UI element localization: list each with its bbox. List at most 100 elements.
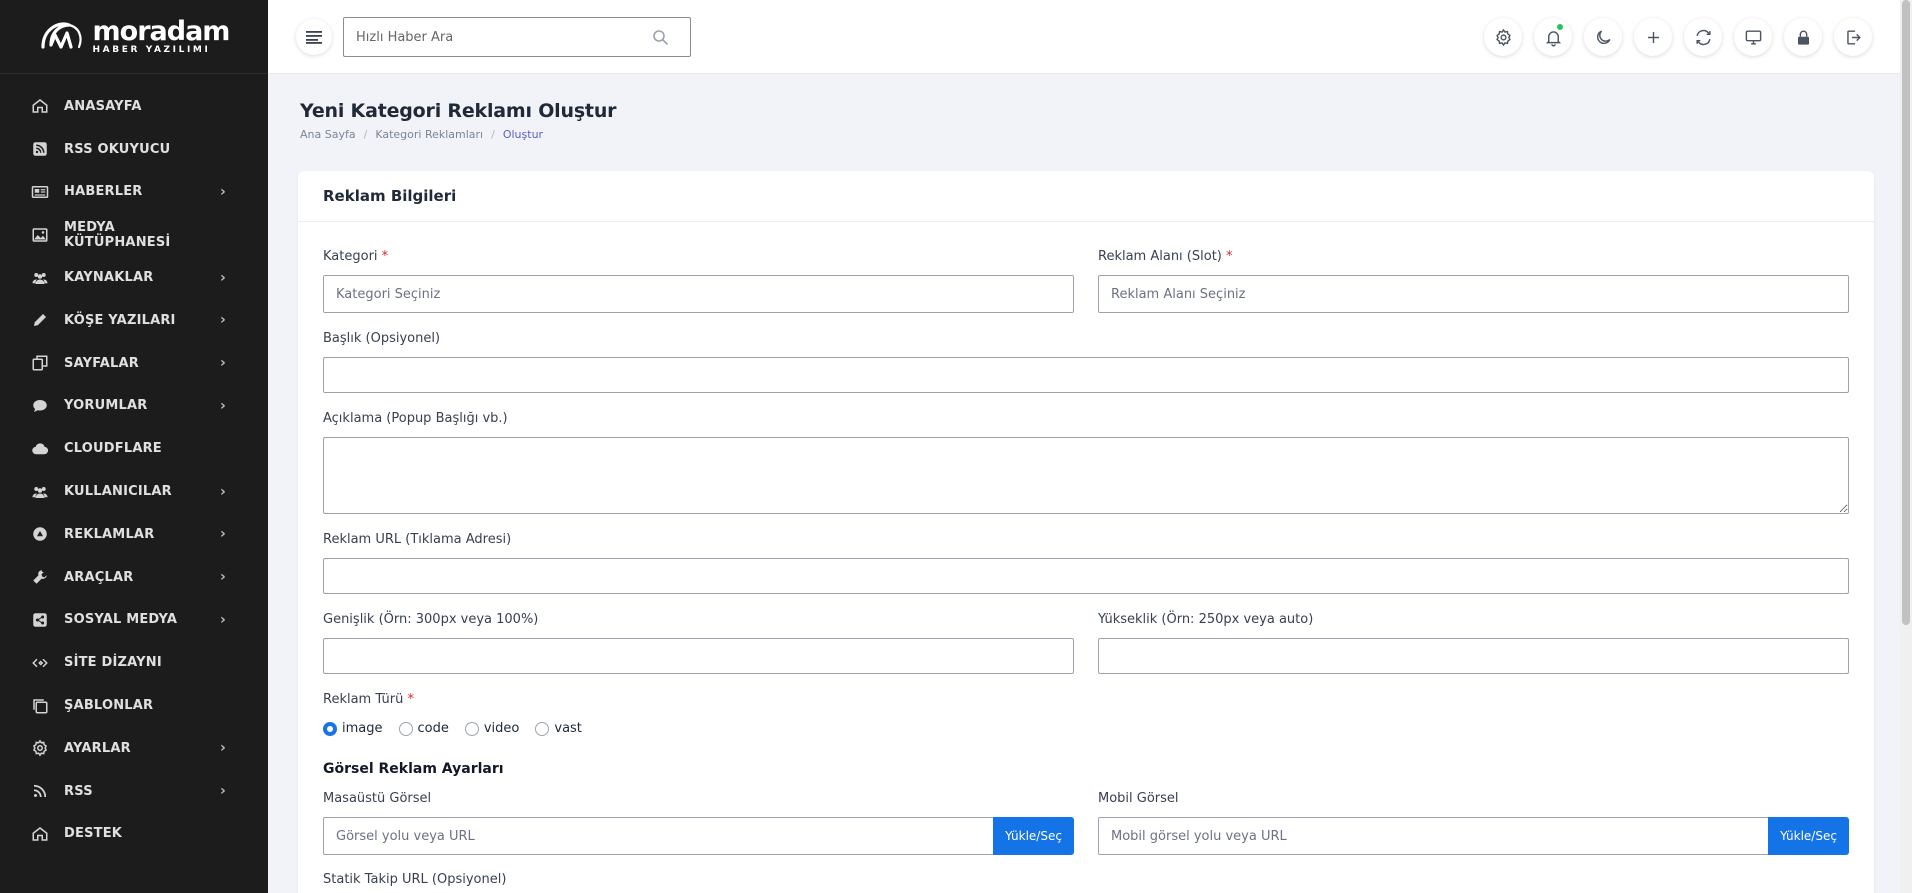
sidebar-item-label: SOSYAL MEDYA <box>64 612 178 628</box>
cloud-icon <box>29 440 51 458</box>
sidebar-item-label: KÖŞE YAZILARI <box>64 312 176 328</box>
title-label: Başlık (Opsiyonel) <box>323 331 441 346</box>
sidebar-item-label: AYARLAR <box>64 740 131 756</box>
sidebar-item-destek[interactable]: DESTEK <box>0 813 268 856</box>
sidebar-item-label: KULLANICILAR <box>64 484 172 500</box>
sidebar-item-label: HABERLER <box>64 184 143 200</box>
search-box <box>343 17 691 57</box>
search-icon[interactable] <box>652 29 668 45</box>
sidebar-item-site-dizayni[interactable]: SİTE DİZAYNI <box>0 641 268 684</box>
mobile-image-label: Mobil Görsel <box>1098 791 1179 806</box>
sidebar-item-kaynaklar[interactable]: KAYNAKLAR › <box>0 256 268 299</box>
sidebar-item-medya-kutuphanesi[interactable]: MEDYA KÜTÜPHANESİ <box>0 213 268 256</box>
notifications-button[interactable] <box>1534 18 1572 56</box>
image-ad-settings-title: Görsel Reklam Ayarları <box>323 761 504 777</box>
sidebar-item-sablonlar[interactable]: ŞABLONLAR <box>0 684 268 727</box>
newspaper-icon <box>29 183 51 201</box>
chevron-right-icon: › <box>220 183 226 200</box>
brand-name: moradam <box>92 16 231 47</box>
desktop-image-input[interactable] <box>323 817 995 855</box>
chevron-right-icon: › <box>220 611 226 628</box>
sidebar-item-kullanicilar[interactable]: KULLANICILAR › <box>0 470 268 513</box>
ad-type-radio-image[interactable]: image <box>323 721 383 736</box>
sidebar-item-anasayfa[interactable]: ANASAYFA <box>0 85 268 128</box>
tracking-url-label: Statik Takip URL (Opsiyonel) <box>323 872 507 887</box>
logout-icon <box>1846 29 1861 45</box>
scrollbar-thumb[interactable] <box>1902 0 1910 625</box>
chevron-right-icon: › <box>220 269 226 286</box>
description-label: Açıklama (Popup Başlığı vb.) <box>323 411 508 426</box>
page-scrollbar[interactable] <box>1900 0 1912 893</box>
sidebar-item-ayarlar[interactable]: AYARLAR › <box>0 727 268 770</box>
sidebar-item-label: RSS OKUYUCU <box>64 141 171 157</box>
code-icon <box>29 654 51 672</box>
required-mark: * <box>407 692 414 707</box>
add-button[interactable] <box>1634 18 1672 56</box>
logout-button[interactable] <box>1834 18 1872 56</box>
image-icon <box>29 226 51 244</box>
sidebar-item-araclar[interactable]: ARAÇLAR › <box>0 556 268 599</box>
sidebar-item-kose-yazilari[interactable]: KÖŞE YAZILARI › <box>0 299 268 342</box>
sidebar-item-label: MEDYA KÜTÜPHANESİ <box>64 219 171 250</box>
lock-screen-button[interactable] <box>1784 18 1822 56</box>
slot-select[interactable] <box>1098 275 1849 313</box>
sidebar-item-label: DESTEK <box>64 826 123 842</box>
chevron-right-icon: › <box>220 397 226 414</box>
sidebar-item-label: CLOUDFLARE <box>64 441 162 457</box>
sidebar-item-cloudflare[interactable]: CLOUDFLARE <box>0 427 268 470</box>
ad-url-input[interactable] <box>323 558 1849 594</box>
breadcrumb-separator: / <box>363 128 368 141</box>
pages-icon <box>29 354 51 372</box>
dark-mode-button[interactable] <box>1584 18 1622 56</box>
height-input[interactable] <box>1098 638 1849 674</box>
preview-site-button[interactable] <box>1734 18 1772 56</box>
sidebar-item-yorumlar[interactable]: YORUMLAR › <box>0 385 268 428</box>
width-input[interactable] <box>323 638 1074 674</box>
settings-button[interactable] <box>1484 18 1522 56</box>
sidebar-item-sayfalar[interactable]: SAYFALAR › <box>0 342 268 385</box>
sidebar-item-label: KAYNAKLAR <box>64 270 154 286</box>
sidebar-menu: ANASAYFA RSS OKUYUCU HABERLER › MEDYA KÜTÜPH… <box>0 74 268 855</box>
rss-square-icon <box>29 140 51 158</box>
sidebar-item-rss-okuyucu[interactable]: RSS OKUYUCU <box>0 128 268 171</box>
search-input[interactable] <box>344 18 644 56</box>
height-label: Yükseklik (Örn: 250px veya auto) <box>1098 612 1314 627</box>
home-icon <box>29 825 51 843</box>
chevron-right-icon: › <box>220 483 226 500</box>
ad-type-radio-group: image code video vast <box>323 721 598 736</box>
sidebar-item-label: ŞABLONLAR <box>64 698 154 714</box>
radio-unchecked-icon <box>464 721 479 736</box>
ad-type-radio-video[interactable]: video <box>464 721 519 736</box>
sidebar-item-sosyal-medya[interactable]: SOSYAL MEDYA › <box>0 599 268 642</box>
home-icon <box>29 97 51 115</box>
mobile-image-upload-button[interactable]: Yükle/Seç <box>1768 817 1849 855</box>
ad-type-radio-vast[interactable]: vast <box>535 721 582 736</box>
comment-icon <box>29 397 51 415</box>
sidebar-item-label: SAYFALAR <box>64 355 139 371</box>
chevron-right-icon: › <box>220 569 226 586</box>
ad-type-radio-code[interactable]: code <box>398 721 449 736</box>
ad-info-card: Reklam Bilgileri Kategori * Reklam Alanı… <box>298 171 1874 893</box>
required-mark: * <box>381 249 389 264</box>
slot-label: Reklam Alanı (Slot) * <box>1098 249 1233 264</box>
description-textarea[interactable] <box>323 437 1849 514</box>
sidebar-item-reklamlar[interactable]: REKLAMLAR › <box>0 513 268 556</box>
sidebar-item-rss[interactable]: RSS › <box>0 770 268 813</box>
radio-unchecked-icon <box>398 721 413 736</box>
desktop-image-upload-button[interactable]: Yükle/Seç <box>993 817 1074 855</box>
brand-logo[interactable]: moradam HABER YAZILIMI <box>0 0 268 74</box>
card-title: Reklam Bilgileri <box>298 171 1874 222</box>
breadcrumb-category-ads[interactable]: Kategori Reklamları <box>375 128 483 141</box>
refresh-icon <box>1695 29 1711 45</box>
title-input[interactable] <box>323 357 1849 393</box>
sidebar-item-label: YORUMLAR <box>64 398 148 414</box>
refresh-button[interactable] <box>1684 18 1722 56</box>
chevron-right-icon: › <box>220 355 226 372</box>
breadcrumb-home[interactable]: Ana Sayfa <box>300 128 356 141</box>
mobile-image-input[interactable] <box>1098 817 1770 855</box>
menu-toggle-button[interactable] <box>296 19 332 55</box>
sidebar-item-haberler[interactable]: HABERLER › <box>0 171 268 214</box>
category-select[interactable] <box>323 275 1074 313</box>
page-header: Yeni Kategori Reklamı Oluştur Ana Sayfa … <box>300 100 617 141</box>
breadcrumb: Ana Sayfa / Kategori Reklamları / Oluştu… <box>300 128 616 141</box>
